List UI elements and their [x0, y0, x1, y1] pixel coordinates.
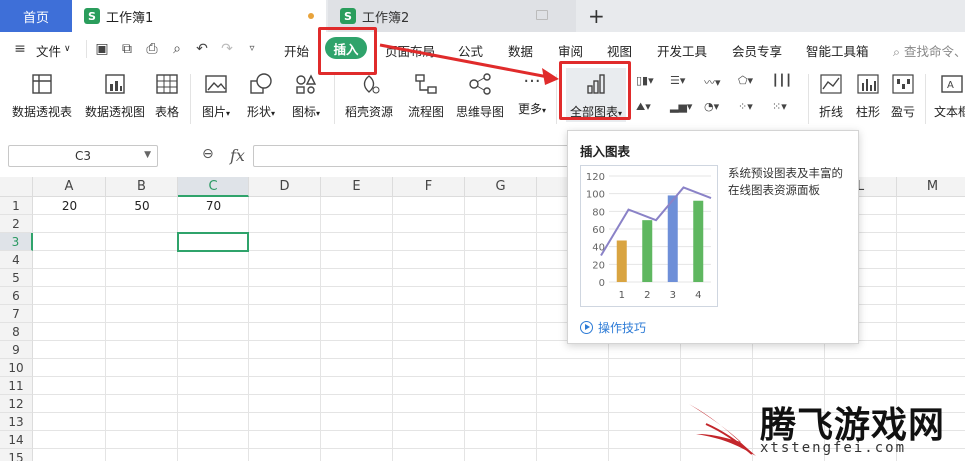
gridline [464, 197, 465, 461]
chart-bar [616, 240, 627, 282]
function-icon[interactable]: fx [230, 146, 245, 165]
watermark-url: xtstengfei.com [760, 440, 907, 456]
row-header-2[interactable]: 2 [0, 215, 33, 233]
column-header-d[interactable]: D [249, 177, 321, 197]
tooltip-title: 插入图表 [580, 144, 631, 159]
column-header-f[interactable]: F [393, 177, 465, 197]
row-header-1[interactable]: 1 [0, 197, 33, 215]
formula-input[interactable] [253, 145, 573, 167]
y-tick-label: 20 [592, 260, 605, 271]
row-header-13[interactable]: 13 [0, 413, 33, 431]
preview-chart-svg: 0204060801001201 2 3 4 [586, 172, 712, 301]
y-tick-label: 100 [586, 190, 605, 201]
row-header-15[interactable]: 15 [0, 449, 33, 461]
gridline [33, 358, 965, 359]
tips-link[interactable]: 操作技巧 [580, 319, 646, 336]
select-all-corner[interactable] [0, 177, 33, 197]
row-header-9[interactable]: 9 [0, 341, 33, 359]
x-tick-label: 4 [695, 290, 701, 301]
chevron-down-icon[interactable]: ▼ [144, 150, 151, 160]
y-tick-label: 60 [592, 225, 605, 236]
row-header-12[interactable]: 12 [0, 395, 33, 413]
preview-chart: 0 20 40 60 80 100 120 1 2 3 4 [580, 165, 718, 307]
x-tick-label: 1 [619, 290, 625, 301]
gridline [392, 197, 393, 461]
y-tick-label: 120 [586, 172, 605, 183]
row-header-7[interactable]: 7 [0, 305, 33, 323]
cell-a1[interactable]: 20 [33, 197, 106, 215]
zoom-icon[interactable]: ⊖ [202, 146, 214, 162]
row-header-3[interactable]: 3 [0, 233, 33, 251]
column-header-e[interactable]: E [321, 177, 393, 197]
chart-bar [693, 200, 704, 282]
column-header-b[interactable]: B [106, 177, 178, 197]
cell-name-box[interactable]: C3 ▼ [8, 145, 158, 167]
gridline [536, 197, 537, 461]
gridline [33, 376, 965, 377]
column-header-c[interactable]: C [178, 177, 249, 197]
column-header-m[interactable]: M [897, 177, 965, 197]
active-cell-c3[interactable] [177, 232, 249, 252]
column-header-g[interactable]: G [465, 177, 537, 197]
gridline [320, 197, 321, 461]
row-header-6[interactable]: 6 [0, 287, 33, 305]
row-header-10[interactable]: 10 [0, 359, 33, 377]
x-tick-label: 3 [670, 290, 676, 301]
chart-bar [642, 220, 653, 282]
tooltip-description: 系统预设图表及丰富的在线图表资源面板 [728, 166, 843, 197]
row-header-4[interactable]: 4 [0, 251, 33, 269]
cell-b1[interactable]: 50 [106, 197, 178, 215]
x-tick-label: 2 [644, 290, 650, 301]
row-header-14[interactable]: 14 [0, 431, 33, 449]
y-tick-label: 80 [592, 207, 605, 218]
cell-c1[interactable]: 70 [178, 197, 249, 215]
row-header-11[interactable]: 11 [0, 377, 33, 395]
tips-link-label: 操作技巧 [598, 321, 647, 335]
y-tick-label: 0 [599, 278, 605, 289]
row-header-5[interactable]: 5 [0, 269, 33, 287]
insert-chart-tooltip: 插入图表 0 20 40 60 80 100 120 1 2 3 4 系统预设图表及丰富的在线图表资… [567, 130, 859, 344]
spreadsheet-app: 首页 S 工作簿1 S 工作簿2 + ≡ 文件 ∨ ▣ ⧉ ⎙ ⌕ ↶ ↷ ▿ … [0, 0, 965, 461]
column-header-a[interactable]: A [33, 177, 106, 197]
gridline [105, 197, 106, 461]
play-icon [580, 321, 593, 334]
row-header-8[interactable]: 8 [0, 323, 33, 341]
chart-bar [667, 195, 678, 282]
cell-reference: C3 [74, 149, 91, 163]
